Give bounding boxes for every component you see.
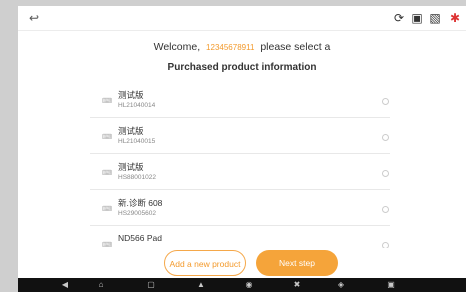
next-step-button[interactable]: Next step bbox=[256, 250, 338, 276]
product-serial: HS88001022 bbox=[118, 174, 156, 181]
nav-recents-icon[interactable]: ▢ bbox=[144, 279, 158, 291]
nav-back-icon[interactable]: ◀ bbox=[58, 279, 72, 291]
nav-car-icon[interactable]: ▲ bbox=[194, 279, 208, 291]
welcome-phone: 12345678911 bbox=[206, 43, 255, 52]
screenshot-icon[interactable]: ▧ bbox=[428, 10, 442, 26]
product-name: 测试版 bbox=[118, 162, 144, 172]
product-serial: HL21040014 bbox=[118, 102, 156, 109]
product-icon: ⌨ bbox=[102, 98, 113, 105]
product-row[interactable]: ⌨ 测试版 HS88001022 bbox=[90, 156, 390, 190]
product-row[interactable]: ⌨ 新.诊断 608 HS29005602 bbox=[90, 192, 390, 226]
bluetooth-icon[interactable]: ✱ bbox=[448, 10, 462, 26]
welcome-message: Welcome, 12345678911 please select a bbox=[18, 41, 466, 53]
product-icon: ⌨ bbox=[102, 170, 113, 177]
product-icon: ⌨ bbox=[102, 206, 113, 213]
product-row[interactable]: ⌨ 测试版 HL21040015 bbox=[90, 120, 390, 154]
product-name: 测试版 bbox=[118, 126, 144, 136]
camera-icon[interactable]: ▣ bbox=[410, 10, 424, 26]
back-arrow-icon[interactable]: ↩ bbox=[26, 11, 42, 25]
product-icon: ⌨ bbox=[102, 134, 113, 141]
app-screen: ↩ ⟳ ▣ ▧ ✱ Welcome, 12345678911 please se… bbox=[18, 6, 466, 292]
radio-button[interactable] bbox=[382, 134, 389, 141]
refresh-icon[interactable]: ⟳ bbox=[392, 10, 406, 26]
product-serial: HS29005602 bbox=[118, 210, 156, 217]
product-name: 新.诊断 608 bbox=[118, 198, 163, 208]
radio-button[interactable] bbox=[382, 206, 389, 213]
product-name: 测试版 bbox=[118, 90, 144, 100]
product-name: ND566 Pad bbox=[118, 233, 162, 243]
nav-home-icon[interactable]: ⌂ bbox=[94, 279, 108, 291]
welcome-prefix: Welcome, bbox=[153, 41, 201, 53]
nav-tools-icon[interactable]: ✖ bbox=[290, 279, 304, 291]
product-row[interactable]: ⌨ 测试版 HL21040014 bbox=[90, 84, 390, 118]
welcome-suffix: please select a bbox=[260, 41, 331, 53]
product-list: ⌨ 测试版 HL21040014 ⌨ 测试版 HL21040015 ⌨ 测试版 … bbox=[90, 84, 390, 254]
radio-button[interactable] bbox=[382, 170, 389, 177]
nav-screenshot-icon[interactable]: ▣ bbox=[384, 279, 398, 291]
nav-shield-icon[interactable]: ◈ bbox=[334, 279, 348, 291]
action-bar: Add a new product Next step bbox=[18, 248, 466, 278]
product-serial: HL21040015 bbox=[118, 138, 156, 145]
top-bar: ↩ ⟳ ▣ ▧ ✱ bbox=[18, 6, 466, 31]
page-subtitle: Purchased product information bbox=[167, 62, 317, 73]
radio-button[interactable] bbox=[382, 98, 389, 105]
add-product-button[interactable]: Add a new product bbox=[164, 250, 246, 276]
nav-vehicle-icon[interactable]: ◉ bbox=[242, 279, 256, 291]
system-nav-bar: ◀ ⌂ ▢ ▲ ◉ ✖ ◈ ▣ bbox=[18, 278, 466, 292]
